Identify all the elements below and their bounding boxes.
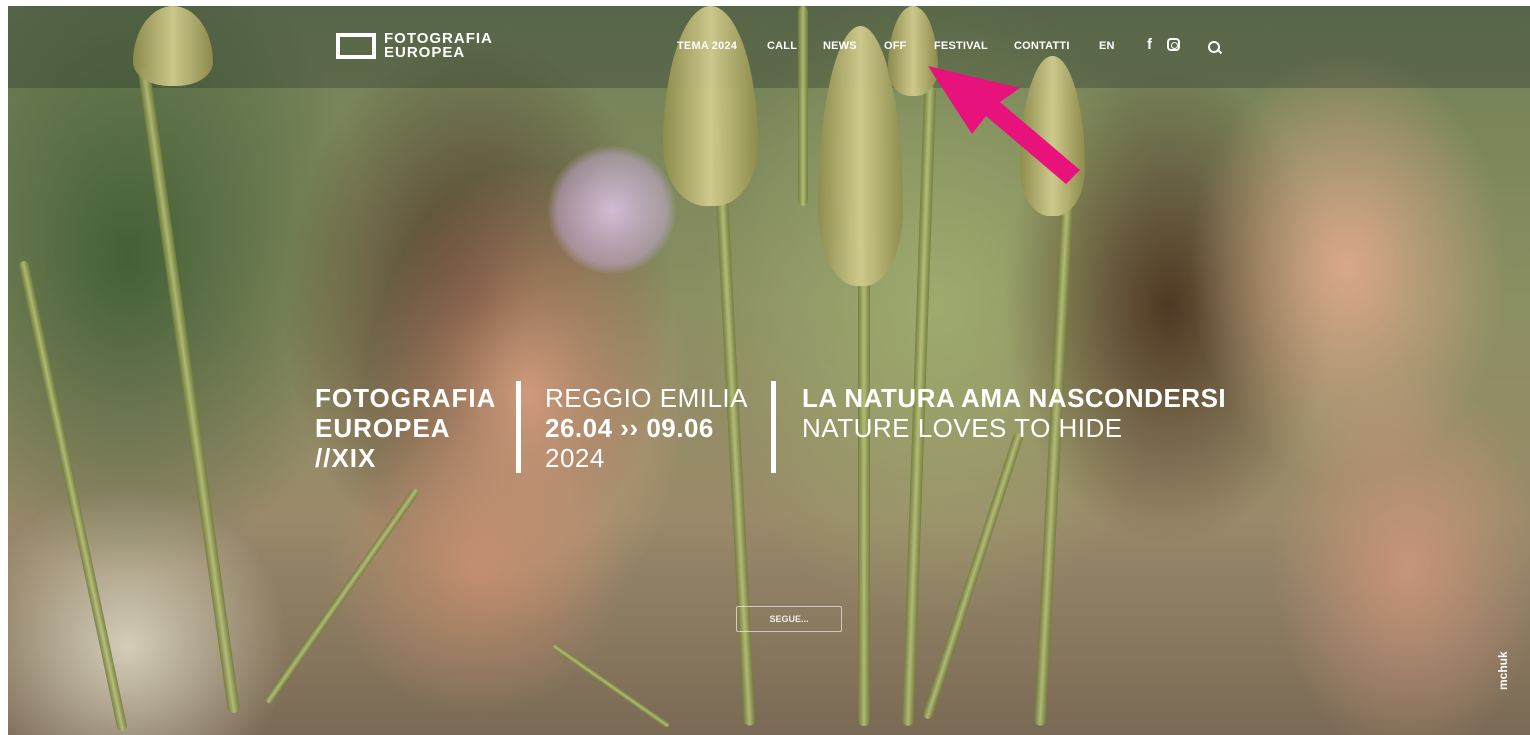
hero-divider — [516, 381, 521, 473]
hero-location: REGGIO EMILIA — [545, 383, 748, 413]
hero-theme-it: LA NATURA AMA NASCONDERSI — [802, 383, 1227, 413]
hero-theme-en: NATURE LOVES TO HIDE — [802, 413, 1123, 443]
nav-item-festival[interactable]: FESTIVAL — [934, 40, 988, 52]
plant-stem — [137, 68, 241, 714]
hero-location-block: REGGIO EMILIA 26.04 ›› 09.06 2024 — [545, 383, 748, 473]
site-logo[interactable]: FOTOGRAFIA EUROPEA — [336, 31, 493, 61]
plant-stem — [551, 643, 671, 729]
plant-stem — [264, 487, 420, 705]
plant-stem — [921, 431, 1025, 721]
nav-item-call[interactable]: CALL — [767, 40, 797, 52]
instagram-icon[interactable] — [1167, 38, 1180, 51]
hero-theme-block: LA NATURA AMA NASCONDERSI NATURE LOVES T… — [802, 383, 1226, 443]
logo-frame-icon — [336, 33, 376, 59]
nav-item-news[interactable]: NEWS — [823, 40, 857, 52]
nav-item-tema-2024[interactable]: TEMA 2024 — [677, 40, 737, 52]
hero-title-block: FOTOGRAFIA EUROPEA //XIX — [315, 383, 496, 473]
nav-item-en[interactable]: EN — [1099, 40, 1115, 52]
lens-flare — [548, 146, 676, 274]
segue-button[interactable]: SEGUE... — [736, 606, 842, 632]
hero-title-line3: //XIX — [315, 443, 377, 473]
hero-title-line2: EUROPEA — [315, 413, 451, 443]
logo-text: FOTOGRAFIA EUROPEA — [384, 31, 493, 61]
hero-year: 2024 — [545, 443, 605, 473]
search-icon[interactable] — [1208, 41, 1220, 53]
logo-line2: EUROPEA — [384, 44, 466, 61]
photo-credit: mchuk — [1496, 651, 1510, 690]
arrow-shape — [928, 66, 1080, 184]
nav-item-off[interactable]: OFF — [884, 40, 907, 52]
facebook-icon[interactable]: f — [1147, 36, 1152, 53]
plant-stem — [18, 260, 128, 732]
hero-divider — [771, 381, 776, 473]
hero-title-line1: FOTOGRAFIA — [315, 383, 497, 413]
plant-stem — [1033, 186, 1075, 726]
site-header: FOTOGRAFIA EUROPEA TEMA 2024 CALL NEWS O… — [0, 0, 1530, 90]
annotation-arrow-icon — [928, 66, 1080, 184]
hero-dates: 26.04 ›› 09.06 — [545, 413, 714, 443]
plant-stem — [858, 246, 870, 726]
nav-item-contatti[interactable]: CONTATTI — [1014, 40, 1070, 52]
